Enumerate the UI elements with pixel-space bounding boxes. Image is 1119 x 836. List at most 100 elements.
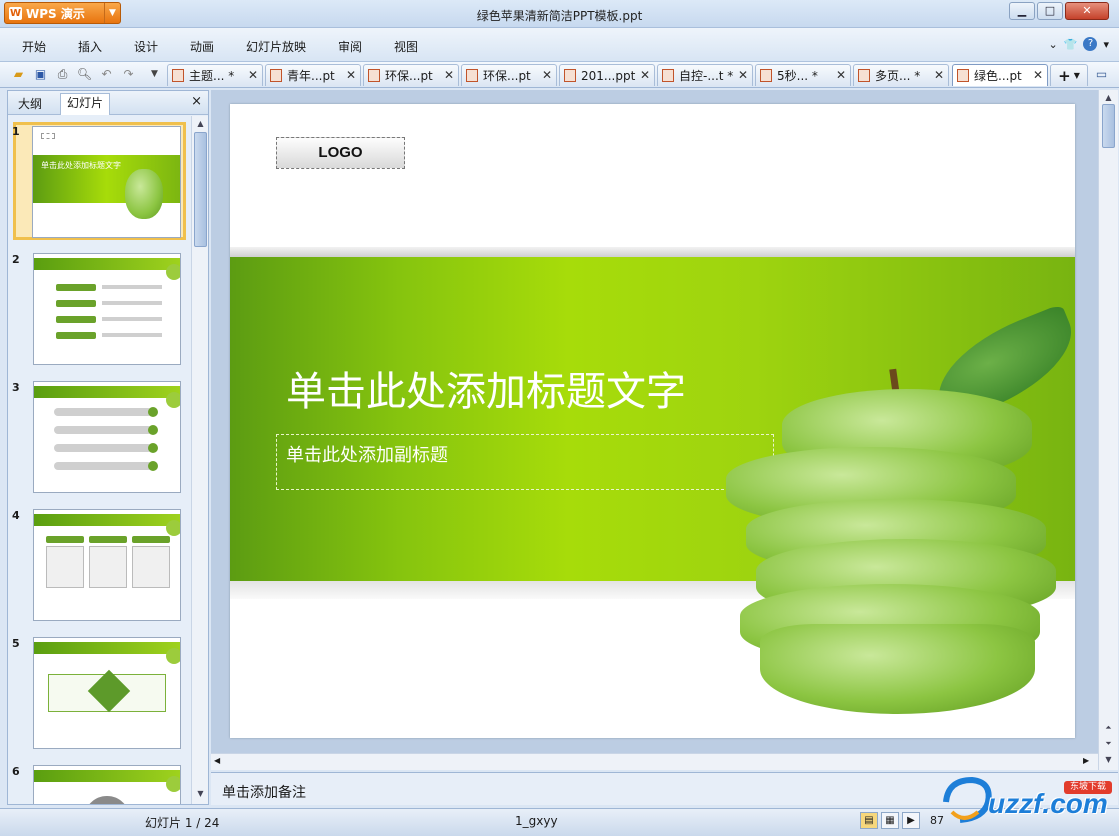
thumbnail-number: 2 <box>12 253 20 266</box>
thumb-dot <box>148 425 158 435</box>
thumb-band <box>34 386 180 398</box>
scroll-down-icon[interactable]: ▼ <box>193 786 208 801</box>
slide-thumbnail-2[interactable] <box>33 253 181 365</box>
editor-horizontal-scrollbar[interactable]: ◀ ▶ <box>211 753 1098 770</box>
scroll-down-icon[interactable]: ▼ <box>1101 752 1116 767</box>
slides-panel-header: 大纲 幻灯片 × <box>8 91 208 115</box>
ppt-file-icon <box>760 69 772 82</box>
scrollbar-thumb[interactable] <box>1102 104 1115 148</box>
open-folder-icon[interactable]: ▰ <box>10 66 27 83</box>
undo-icon[interactable]: ↶ <box>98 66 115 83</box>
scroll-up-icon[interactable]: ▲ <box>193 116 208 131</box>
thumbnail-scrollbar[interactable]: ▲ ▼ <box>191 116 208 804</box>
minimize-button[interactable]: ▁ <box>1009 2 1035 20</box>
quick-access-toolbar: ▰ ▣ ⎙ 🔍︎ ↶ ↷ ▼ 主题... * ✕ 青年...pt ✕ 环保...pt… <box>0 62 1119 88</box>
previous-slide-icon[interactable]: ⏶ <box>1101 720 1116 735</box>
slide-thumbnail-3[interactable] <box>33 381 181 493</box>
doc-tab[interactable]: 主题... * ✕ <box>167 64 263 86</box>
thumb-box <box>132 546 170 588</box>
doc-tab[interactable]: 环保...pt ✕ <box>363 64 459 86</box>
menu-insert[interactable]: 插入 <box>78 38 102 55</box>
thumb-bar <box>56 332 96 339</box>
slide-subtitle[interactable]: 单击此处添加副标题 <box>286 441 448 467</box>
doc-tab[interactable]: 自控-...t * ✕ <box>657 64 753 86</box>
close-tab-icon[interactable]: ✕ <box>1033 68 1043 82</box>
doc-tab-label: 多页... * <box>875 69 921 83</box>
notes-placeholder[interactable]: 单击添加备注 <box>222 782 306 802</box>
menu-bar: 开始 插入 设计 动画 幻灯片放映 审阅 视图 ⌄ 👕 ? ▾ <box>0 28 1119 62</box>
doc-tab[interactable]: 多页... * ✕ <box>853 64 949 86</box>
slide-canvas[interactable]: LOGO 单击此处添加标题文字 单击此处添加副标题 <box>230 104 1075 738</box>
menu-design[interactable]: 设计 <box>134 38 158 55</box>
thumb-dot <box>148 443 158 453</box>
redo-icon[interactable]: ↷ <box>120 66 137 83</box>
close-panel-icon[interactable]: × <box>191 94 202 109</box>
thumb-box <box>46 546 84 588</box>
menu-review[interactable]: 审阅 <box>338 38 362 55</box>
doc-tab[interactable]: 201...ppt ✕ <box>559 64 655 86</box>
menu-home[interactable]: 开始 <box>22 38 46 55</box>
ppt-file-icon <box>368 69 380 82</box>
thumb-line <box>54 444 152 452</box>
menu-slideshow[interactable]: 幻灯片放映 <box>246 38 306 55</box>
slideshow-icon[interactable]: ▶ <box>902 812 920 829</box>
scroll-up-icon[interactable]: ▲ <box>1101 90 1116 105</box>
scroll-right-icon[interactable]: ▶ <box>1083 756 1089 765</box>
editor-vertical-scrollbar[interactable]: ▲ ⏶ ⏷ ▼ <box>1098 90 1118 770</box>
apple-slice <box>760 624 1035 714</box>
print-preview-icon[interactable]: 🔍︎ <box>76 66 93 83</box>
thumb-bar <box>89 536 127 543</box>
tab-slides[interactable]: 幻灯片 <box>60 93 111 115</box>
chevron-down-icon[interactable]: ▾ <box>1103 38 1109 51</box>
scrollbar-thumb[interactable] <box>194 132 207 247</box>
slide-thumbnail-4[interactable] <box>33 509 181 621</box>
thumbnail-number: 1 <box>12 125 20 138</box>
customize-toolbar-icon[interactable]: ▼ <box>146 66 163 83</box>
chevron-down-icon[interactable]: ⌄ <box>1049 38 1058 51</box>
doc-tab[interactable]: 环保...pt ✕ <box>461 64 557 86</box>
maximize-button[interactable]: □ <box>1037 2 1063 20</box>
window-arrange-icon[interactable]: ▭ <box>1093 66 1110 83</box>
skin-shirt-icon[interactable]: 👕 <box>1064 38 1078 51</box>
close-tab-icon[interactable]: ✕ <box>934 68 944 82</box>
slide-thumbnail-1[interactable]: 单击此处添加标题文字 <box>32 126 181 238</box>
close-tab-icon[interactable]: ✕ <box>346 68 356 82</box>
close-button[interactable]: ✕ <box>1065 2 1109 20</box>
close-tab-icon[interactable]: ✕ <box>640 68 650 82</box>
tab-outline[interactable]: 大纲 <box>12 95 48 112</box>
menu-view[interactable]: 视图 <box>394 38 418 55</box>
chevron-down-icon: ▼ <box>1073 71 1080 80</box>
theme-name: 1_gxyy <box>515 814 558 828</box>
scroll-left-icon[interactable]: ◀ <box>214 756 220 765</box>
thumb-apple <box>125 169 163 219</box>
new-tab-button[interactable]: + ▼ <box>1050 64 1088 86</box>
thumb-apple <box>166 520 180 536</box>
thumbnail-number: 6 <box>12 765 20 778</box>
next-slide-icon[interactable]: ⏷ <box>1101 736 1116 751</box>
slide-sorter-icon[interactable]: ▦ <box>881 812 899 829</box>
slide-title[interactable]: 单击此处添加标题文字 <box>286 359 686 417</box>
help-icon[interactable]: ? <box>1083 37 1098 51</box>
normal-view-icon[interactable]: ▤ <box>860 812 878 829</box>
close-tab-icon[interactable]: ✕ <box>444 68 454 82</box>
logo-placeholder[interactable]: LOGO <box>276 137 405 169</box>
thumb-dot <box>148 461 158 471</box>
doc-tab[interactable]: 5秒... * ✕ <box>755 64 851 86</box>
doc-tab-label: 环保...pt <box>483 69 531 83</box>
doc-tab-active[interactable]: 绿色...pt ✕ <box>952 64 1048 86</box>
doc-tab-label: 环保...pt <box>385 69 433 83</box>
close-tab-icon[interactable]: ✕ <box>738 68 748 82</box>
doc-tab-label: 201...ppt <box>581 68 636 83</box>
ppt-file-icon <box>270 69 282 82</box>
close-tab-icon[interactable]: ✕ <box>836 68 846 82</box>
slides-panel: 大纲 幻灯片 × 1 单击此处添加标题文字 2 3 4 5 6 ▲ ▼ <box>7 90 209 805</box>
close-tab-icon[interactable]: ✕ <box>248 68 258 82</box>
slide-thumbnail-6[interactable] <box>33 765 181 804</box>
close-tab-icon[interactable]: ✕ <box>542 68 552 82</box>
doc-tab[interactable]: 青年...pt ✕ <box>265 64 361 86</box>
save-icon[interactable]: ▣ <box>32 66 49 83</box>
print-icon[interactable]: ⎙ <box>54 66 71 83</box>
green-apple-image[interactable] <box>726 303 1075 738</box>
slide-thumbnail-5[interactable] <box>33 637 181 749</box>
menu-animation[interactable]: 动画 <box>190 38 214 55</box>
